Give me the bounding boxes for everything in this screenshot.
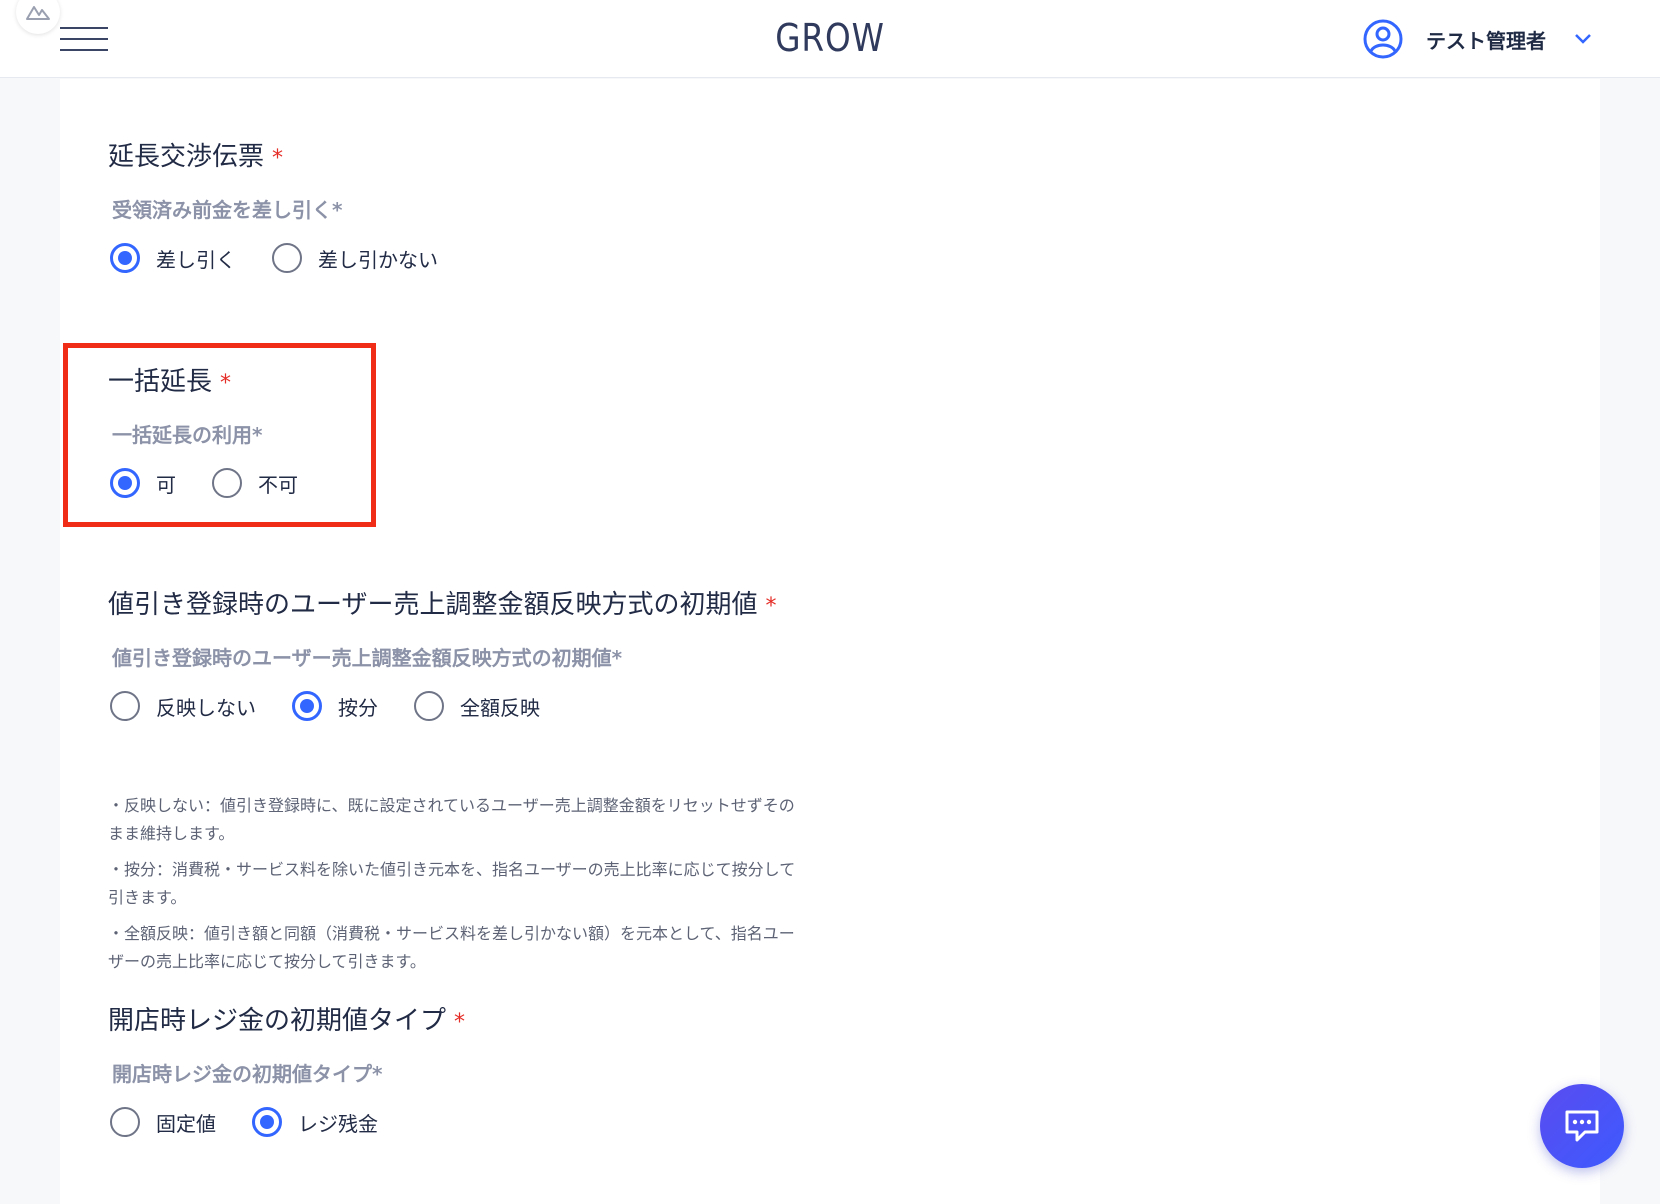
chat-button[interactable] xyxy=(1540,1084,1624,1168)
section-title-bulk-extension: 一括延長 * xyxy=(108,367,232,397)
radio-circle[interactable] xyxy=(252,1107,282,1137)
radio-group-deduct-deposit: 差し引く 差し引かない xyxy=(110,241,474,275)
radio-register-balance[interactable]: レジ残金 xyxy=(252,1107,378,1137)
radio-circle[interactable] xyxy=(292,691,322,721)
radio-circle[interactable] xyxy=(110,1107,140,1137)
radio-circle[interactable] xyxy=(272,243,302,273)
radio-full-reflect[interactable]: 全額反映 xyxy=(414,691,540,721)
chevron-down-icon[interactable] xyxy=(1574,33,1592,45)
field-label-bulk-extension-use: 一括延長の利用* xyxy=(112,423,263,447)
user-menu[interactable]: テスト管理者 xyxy=(1362,18,1592,60)
radio-no-deduct[interactable]: 差し引かない xyxy=(272,243,438,273)
radio-circle[interactable] xyxy=(212,468,242,498)
help-notes: ・反映しない：値引き登録時に、既に設定されているユーザー売上調整金額をリセットせ… xyxy=(108,792,808,984)
radio-circle[interactable] xyxy=(110,243,140,273)
section-title-register-initial: 開店時レジ金の初期値タイプ * xyxy=(108,1006,466,1036)
section-title-extension-slip: 延長交渉伝票 * xyxy=(108,142,284,172)
required-mark: * xyxy=(272,146,284,171)
brand-title: GROW xyxy=(775,16,885,60)
radio-allowed[interactable]: 可 xyxy=(110,468,176,498)
top-header: GROW テスト管理者 xyxy=(0,0,1660,78)
field-label-deduct-deposit: 受領済み前金を差し引く* xyxy=(112,198,343,222)
required-mark: * xyxy=(454,1010,466,1035)
radio-fixed-value[interactable]: 固定値 xyxy=(110,1107,216,1137)
chat-bubble-icon xyxy=(1565,1110,1599,1142)
radio-deduct[interactable]: 差し引く xyxy=(110,243,236,273)
user-name: テスト管理者 xyxy=(1426,28,1546,53)
hamburger-icon[interactable] xyxy=(60,24,108,54)
radio-circle[interactable] xyxy=(414,691,444,721)
note-full-reflect: ・全額反映：値引き額と同額（消費税・サービス料を差し引かない額）を元本として、指… xyxy=(108,924,795,971)
required-mark: * xyxy=(765,594,777,619)
radio-group-bulk-extension: 可 不可 xyxy=(110,466,334,500)
radio-circle[interactable] xyxy=(110,691,140,721)
logo-icon xyxy=(26,6,50,20)
app-logo-badge[interactable] xyxy=(16,0,60,34)
user-circle-icon xyxy=(1363,19,1403,59)
required-mark: * xyxy=(220,371,232,396)
note-no-reflect: ・反映しない：値引き登録時に、既に設定されているユーザー売上調整金額をリセットせ… xyxy=(108,796,795,843)
radio-not-allowed[interactable]: 不可 xyxy=(212,468,298,498)
section-title-discount-adjustment: 値引き登録時のユーザー売上調整金額反映方式の初期値 * xyxy=(108,590,777,620)
radio-group-discount-adjustment: 反映しない 按分 全額反映 xyxy=(110,689,576,723)
radio-circle[interactable] xyxy=(110,468,140,498)
radio-group-register-initial: 固定値 レジ残金 xyxy=(110,1105,414,1139)
radio-no-reflect[interactable]: 反映しない xyxy=(110,691,256,721)
radio-proportional[interactable]: 按分 xyxy=(292,691,378,721)
note-proportional: ・按分：消費税・サービス料を除いた値引き元本を、指名ユーザーの売上比率に応じて按… xyxy=(108,860,796,907)
field-label-register-initial: 開店時レジ金の初期値タイプ* xyxy=(112,1062,383,1086)
field-label-discount-adjustment: 値引き登録時のユーザー売上調整金額反映方式の初期値* xyxy=(112,646,623,670)
